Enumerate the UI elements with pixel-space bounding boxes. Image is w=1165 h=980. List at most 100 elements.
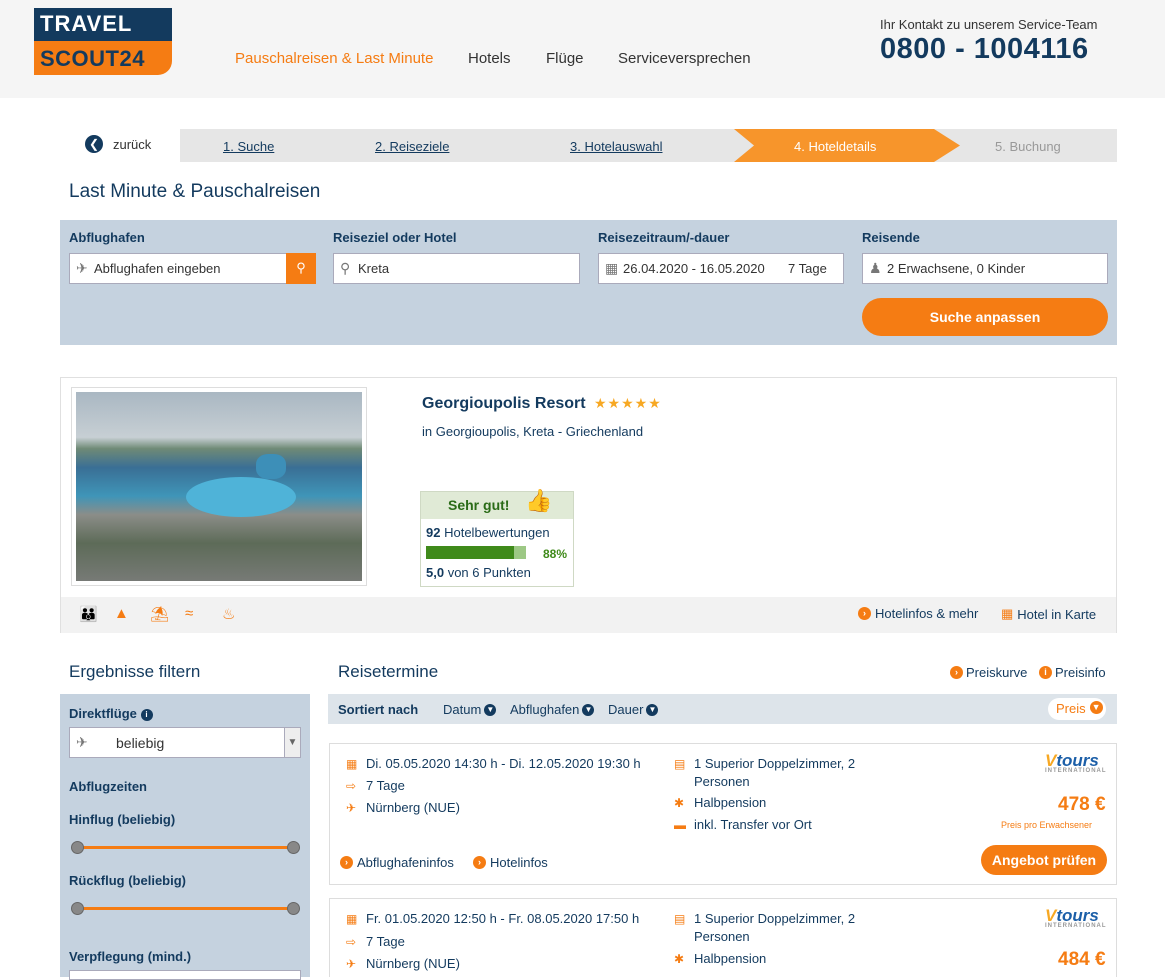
cutlery-icon: ✱	[674, 796, 685, 810]
rating-points: 5,0 von 6 Punkten	[426, 565, 531, 580]
plane-icon: ✈	[346, 957, 357, 971]
info-icon[interactable]: i	[140, 709, 153, 721]
hotel-name[interactable]: Georgioupolis Resort	[422, 395, 586, 413]
return-slider[interactable]	[71, 902, 300, 915]
family-icon: 👪	[79, 606, 98, 623]
offer-room: 1 Superior Doppelzimmer, 2	[694, 756, 856, 771]
calendar-icon: ▦	[346, 757, 358, 771]
nav-fluege[interactable]: Flüge	[546, 50, 584, 67]
date-input[interactable]: ▦ 26.04.2020 - 16.05.2020 7 Tage	[598, 253, 844, 284]
offer-hotel-info-label: Hotelinfos	[490, 855, 548, 870]
reviews-count: 92 Hotelbewertungen	[426, 525, 550, 540]
back-label: zurück	[113, 136, 152, 152]
back-link[interactable]: ❮ zurück	[85, 135, 151, 153]
booking-steps: 1. Suche 2. Reiseziele 3. Hotelauswahl 4…	[180, 129, 1117, 162]
step-hotelauswahl[interactable]: 3. Hotelauswahl	[570, 139, 663, 154]
plane-icon: ✈	[346, 801, 357, 815]
step-reiseziele[interactable]: 2. Reiseziele	[375, 139, 449, 154]
plane-icon: ✈	[76, 734, 88, 750]
step-buchung: 5. Buchung	[995, 139, 1061, 154]
contact-phone[interactable]: 0800 - 1004116	[880, 33, 1089, 66]
site-header: TRAVEL SCOUT24 Pauschalreisen & Last Min…	[0, 0, 1165, 98]
offer-dates: Di. 05.05.2020 14:30 h - Di. 12.05.2020 …	[366, 756, 641, 771]
bed-icon: ▤	[674, 757, 686, 771]
operator-sub: INTERNATIONAL	[1045, 768, 1107, 774]
chevron-right-icon: ›	[340, 856, 353, 869]
nav-pauschalreisen[interactable]: Pauschalreisen & Last Minute	[235, 50, 433, 67]
airport-input[interactable]: ✈ Abflughafen eingeben	[69, 253, 287, 284]
offer-room-persons: Personen	[694, 929, 750, 944]
rating-box: Sehr gut! 👍 92 Hotelbewertungen 88% 5,0 …	[420, 488, 574, 587]
map-icon: ▦	[1001, 606, 1014, 621]
adjust-search-button[interactable]: Suche anpassen	[862, 298, 1108, 336]
reviews-number: 92	[426, 525, 441, 540]
step-suche[interactable]: 1. Suche	[223, 139, 274, 154]
hotel-card: Georgioupolis Resort ★★★★★ in Georgioupo…	[60, 377, 1117, 633]
service-bell-icon: ▲	[114, 605, 129, 622]
sort-duration[interactable]: Dauer ▼	[608, 702, 659, 717]
offer-duration: 7 Tage	[366, 934, 405, 949]
price-curve-link[interactable]: › Preiskurve	[950, 665, 1027, 680]
hotel-photo-image	[76, 392, 362, 581]
offer-board: Halbpension	[694, 795, 767, 810]
airport-placeholder: Abflughafen eingeben	[94, 261, 221, 276]
travelers-input[interactable]: ♟ 2 Erwachsene, 0 Kinder	[862, 253, 1108, 284]
hotel-info-link[interactable]: › Hotelinfos & mehr	[858, 606, 978, 621]
airport-info-label: Abflughafeninfos	[357, 855, 454, 870]
recommendation-bar	[426, 546, 526, 559]
info-icon: i	[1039, 666, 1052, 679]
offer-airport: Nürnberg (NUE)	[366, 956, 460, 971]
cutlery-icon: ✱	[674, 952, 685, 966]
chevron-down-icon: ▼	[484, 703, 497, 716]
sort-date[interactable]: Datum ▼	[443, 702, 497, 717]
price-note: Preis pro Erwachsener	[1001, 820, 1093, 830]
price-info-label: Preisinfo	[1055, 665, 1106, 680]
filter-title: Ergebnisse filtern	[69, 662, 201, 681]
offer-transfer: inkl. Transfer vor Ort	[694, 817, 812, 832]
chevron-right-icon: ›	[950, 666, 963, 679]
direct-flights-text: Direktflüge	[69, 706, 137, 721]
outbound-slider[interactable]	[71, 841, 300, 854]
hotel-photo[interactable]	[71, 387, 367, 586]
nav-serviceversprechen[interactable]: Serviceversprechen	[618, 50, 751, 67]
offer-dates: Fr. 01.05.2020 12:50 h - Fr. 08.05.2020 …	[366, 911, 640, 926]
offer-hotel-info-link[interactable]: › Hotelinfos	[473, 855, 548, 870]
chevron-right-icon: ›	[858, 607, 871, 620]
date-label: Reisezeitraum/-dauer	[598, 230, 730, 245]
sort-airport[interactable]: Abflughafen ▼	[510, 702, 595, 717]
return-max-handle[interactable]	[287, 902, 300, 915]
location-pin-icon: ⚲	[340, 260, 351, 276]
search-icon: ⚲	[296, 260, 306, 275]
hotel-map-label: Hotel in Karte	[1017, 606, 1097, 622]
return-min-handle[interactable]	[71, 902, 84, 915]
results-title: Reisetermine	[338, 662, 439, 681]
beach-icon: ⛱	[150, 606, 170, 623]
swimming-icon: ≈	[185, 605, 194, 622]
travelscout24-logo[interactable]: TRAVEL SCOUT24	[34, 8, 172, 75]
recommendation-percent: 88%	[543, 547, 568, 561]
offer-room-persons: Personen	[694, 774, 750, 789]
outbound-min-handle[interactable]	[71, 841, 84, 854]
board-select[interactable]	[69, 970, 301, 980]
direct-flights-select[interactable]: ✈ beliebig ▼	[69, 727, 301, 758]
chevron-down-icon: ▼	[284, 728, 300, 757]
offer-room: 1 Superior Doppelzimmer, 2	[694, 911, 856, 926]
hotel-info-label: Hotelinfos & mehr	[875, 606, 979, 621]
sort-price[interactable]: Preis ▼	[1048, 698, 1106, 720]
dest-input[interactable]: ⚲ Kreta	[333, 253, 580, 284]
outbound-max-handle[interactable]	[287, 841, 300, 854]
spa-icon: ♨	[222, 606, 236, 623]
points-label: von 6 Punkten	[447, 565, 531, 580]
check-offer-button[interactable]: Angebot prüfen	[981, 845, 1107, 875]
hotel-map-link[interactable]: ▦ Hotel in Karte	[1001, 606, 1096, 622]
search-panel: Abflughafen ✈ Abflughafen eingeben ⚲ Reis…	[60, 220, 1117, 345]
chevron-down-icon: ▼	[1089, 701, 1103, 714]
nav-hotels[interactable]: Hotels	[468, 50, 511, 67]
calendar-icon: ▦	[346, 912, 358, 926]
airport-info-link[interactable]: › Abflughafeninfos	[340, 855, 454, 870]
date-value: 26.04.2020 - 16.05.2020	[623, 261, 765, 276]
price-info-link[interactable]: i Preisinfo	[1039, 665, 1106, 680]
airport-search-button[interactable]: ⚲	[286, 253, 316, 284]
sort-airport-label: Abflughafen	[510, 702, 580, 717]
duration-icon: ⇨	[346, 779, 357, 793]
